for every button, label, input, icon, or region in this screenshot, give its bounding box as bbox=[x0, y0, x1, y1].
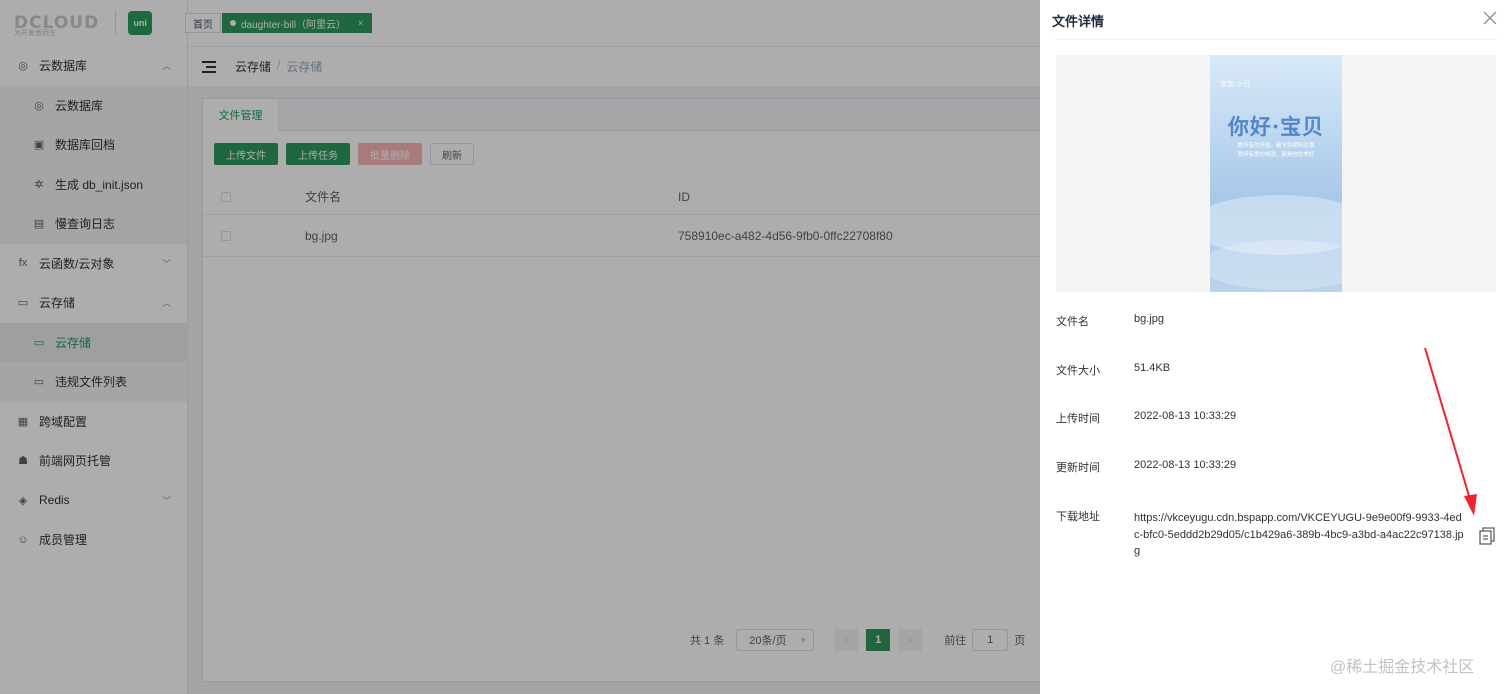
poster-brand: 宝宝·小日 bbox=[1220, 81, 1251, 88]
poster-wave bbox=[1210, 240, 1342, 290]
preview-image[interactable]: 宝宝·小日 你好·宝贝 愿所有的开始，都令你期待欢喜 愿所有爱的相遇，都是你的美好 bbox=[1210, 55, 1342, 292]
drawer-title: 文件详情 bbox=[1052, 14, 1105, 29]
filename-value: bg.jpg bbox=[1134, 313, 1164, 325]
download-url-value: https://vkceyugu.cdn.bspapp.com/VKCEYUGU… bbox=[1134, 512, 1464, 557]
drawer-divider bbox=[1055, 39, 1497, 40]
image-preview: 宝宝·小日 你好·宝贝 愿所有的开始，都令你期待欢喜 愿所有爱的相遇，都是你的美好 bbox=[1056, 55, 1496, 292]
upload-time-label: 上传时间 bbox=[1056, 413, 1100, 425]
poster-subtitle-line: 愿所有爱的相遇，都是你的美好 bbox=[1237, 152, 1315, 158]
copy-icon[interactable] bbox=[1477, 526, 1497, 546]
annotation-arrow bbox=[1424, 347, 1477, 516]
upload-time-value: 2022-08-13 10:33:29 bbox=[1134, 410, 1237, 422]
update-time-value: 2022-08-13 10:33:29 bbox=[1134, 459, 1237, 471]
filesize-label: 文件大小 bbox=[1056, 365, 1100, 377]
filename-label: 文件名 bbox=[1056, 316, 1089, 328]
drawer-overlay[interactable] bbox=[0, 0, 1040, 694]
poster-subtitle-line: 愿所有的开始，都令你期待欢喜 bbox=[1237, 143, 1315, 149]
close-icon[interactable] bbox=[1482, 10, 1498, 26]
filesize-value: 51.4KB bbox=[1134, 362, 1171, 374]
poster-title: 你好·宝贝 bbox=[1227, 114, 1325, 139]
watermark: @稀土掘金技术社区 bbox=[1330, 659, 1475, 676]
update-time-label: 更新时间 bbox=[1056, 462, 1100, 474]
poster-subtitle: 愿所有的开始，都令你期待欢喜 愿所有爱的相遇，都是你的美好 bbox=[1210, 142, 1342, 160]
download-url-label: 下载地址 bbox=[1056, 511, 1100, 523]
